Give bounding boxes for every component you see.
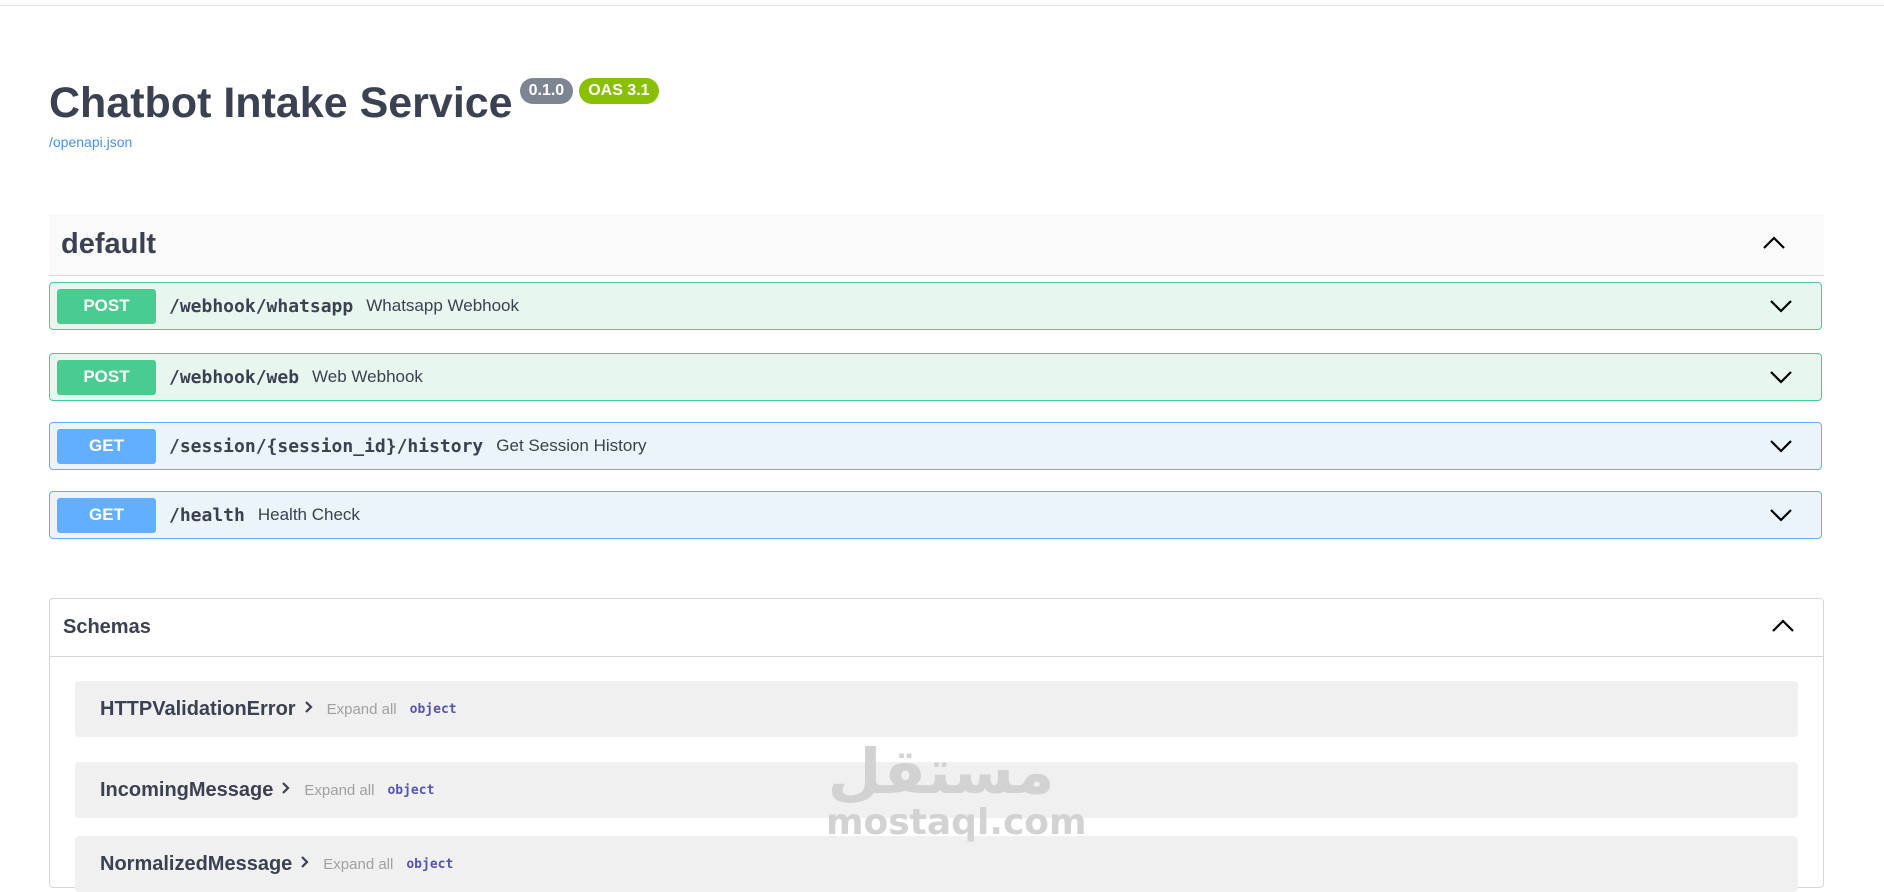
chevron-down-icon[interactable] — [1769, 507, 1793, 528]
chevron-right-icon[interactable] — [304, 700, 313, 719]
openapi-json-link[interactable]: /openapi.json — [49, 134, 659, 150]
chevron-right-icon[interactable] — [281, 781, 290, 800]
chevron-up-icon[interactable] — [1771, 617, 1795, 638]
page-title: Chatbot Intake Service — [49, 79, 513, 127]
method-badge: POST — [57, 288, 156, 324]
top-border — [0, 0, 1884, 6]
method-badge: GET — [57, 428, 156, 464]
tag-section-header[interactable]: default — [49, 214, 1824, 276]
operation-post-webhook-web[interactable]: POST /webhook/web Web Webhook — [49, 353, 1822, 401]
schemas-title: Schemas — [63, 616, 151, 638]
api-info: Chatbot Intake Service 0.1.0 OAS 3.1 /op… — [49, 76, 659, 150]
model-name: IncomingMessage — [100, 778, 274, 801]
chevron-right-icon[interactable] — [300, 855, 309, 874]
mostaql-watermark: مستقل mostaql.com — [826, 735, 1087, 843]
model-normalized-message[interactable]: NormalizedMessage Expand all object — [75, 836, 1798, 892]
operation-summary: Get Session History — [496, 436, 647, 455]
operation-summary: Whatsapp Webhook — [366, 296, 520, 315]
version-badge: 0.1.0 — [519, 78, 574, 104]
expand-all-button[interactable]: Expand all — [304, 782, 374, 799]
tag-title: default — [61, 228, 157, 260]
model-name: HTTPValidationError — [100, 697, 296, 720]
operation-get-session-history[interactable]: GET /session/{session_id}/history Get Se… — [49, 422, 1822, 470]
chevron-up-icon[interactable] — [1762, 234, 1786, 255]
operation-path: /session/{session_id}/history — [169, 435, 484, 457]
watermark-latin: mostaql.com — [826, 802, 1087, 843]
chevron-down-icon[interactable] — [1769, 369, 1793, 390]
title-row: Chatbot Intake Service 0.1.0 OAS 3.1 — [49, 76, 659, 130]
oas-badge: OAS 3.1 — [579, 78, 659, 104]
model-type: object — [387, 782, 435, 798]
operation-path: /health — [169, 504, 245, 526]
operation-summary: Health Check — [257, 505, 360, 524]
chevron-down-icon[interactable] — [1769, 438, 1793, 459]
operation-path: /webhook/whatsapp — [169, 295, 354, 317]
operation-post-webhook-whatsapp[interactable]: POST /webhook/whatsapp Whatsapp Webhook — [49, 282, 1822, 330]
model-type: object — [409, 701, 457, 717]
method-badge: POST — [57, 359, 156, 395]
schemas-header[interactable]: Schemas — [50, 599, 1823, 657]
expand-all-button[interactable]: Expand all — [327, 701, 397, 718]
watermark-arabic: مستقل — [827, 735, 1055, 808]
method-badge: GET — [57, 497, 156, 533]
chevron-down-icon[interactable] — [1769, 298, 1793, 319]
model-http-validation-error[interactable]: HTTPValidationError Expand all object — [75, 681, 1798, 737]
operation-get-health[interactable]: GET /health Health Check — [49, 491, 1822, 539]
operation-path: /webhook/web — [169, 366, 300, 388]
model-name: NormalizedMessage — [100, 852, 293, 875]
operation-summary: Web Webhook — [312, 367, 423, 386]
model-type: object — [406, 856, 454, 872]
